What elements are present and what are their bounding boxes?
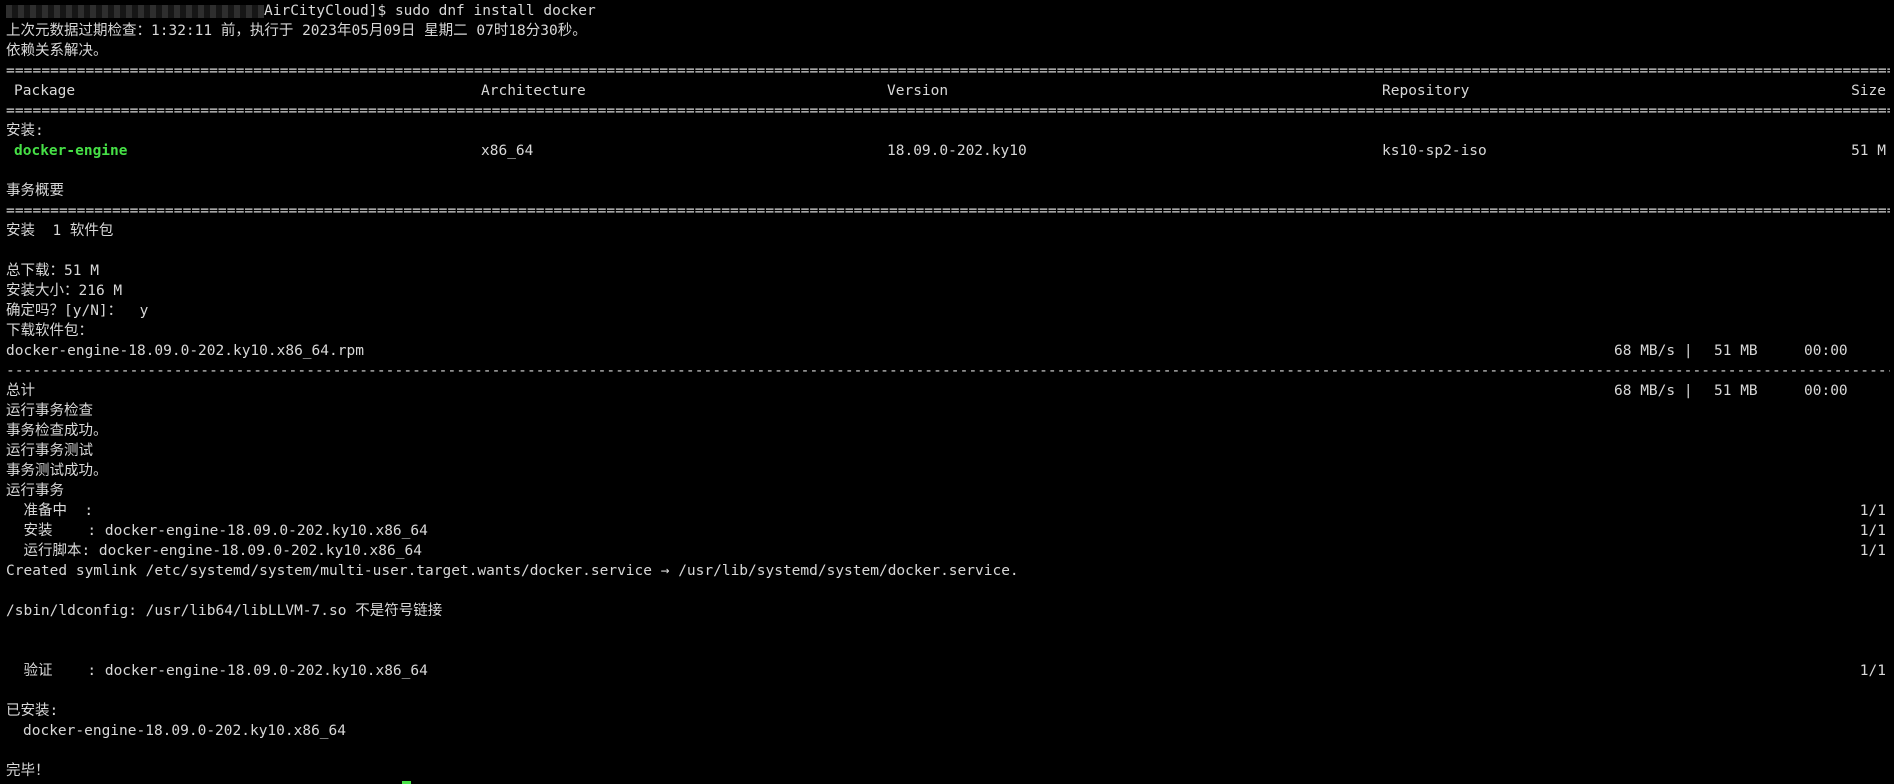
row-package: docker-engine <box>14 143 128 159</box>
download-time: 00:00 <box>1804 343 1848 359</box>
redacted-user-host <box>6 4 264 18</box>
step-label: 准备中 : <box>6 503 94 519</box>
row-architecture: x86_64 <box>481 143 534 159</box>
step-label: 验证 : <box>6 663 97 679</box>
prompt-host-suffix: AirCityCloud]$ <box>264 3 387 19</box>
test-ok-line: 事务测试成功。 <box>6 463 108 479</box>
row-version: 18.09.0-202.ky10 <box>887 143 1027 159</box>
symlink-line: Created symlink /etc/systemd/system/mult… <box>6 563 1019 579</box>
step-verify: 验证 : docker-engine-18.09.0-202.ky10.x86_… <box>6 661 1894 681</box>
downloading-line: 下载软件包： <box>6 323 93 339</box>
total-label: 总计 <box>6 383 35 399</box>
separator-dashed: ----------------------------------------… <box>6 363 1890 379</box>
step-progress: 1/1 <box>1859 663 1886 679</box>
terminal-window[interactable]: AirCityCloud]$ sudo dnf install docker 上… <box>0 0 1894 784</box>
step-label: 安装 : <box>6 523 97 539</box>
download-speed: 68 MB/s | <box>1614 343 1693 359</box>
step-progress: 1/1 <box>1859 523 1886 539</box>
deps-resolved-line: 依赖关系解决。 <box>6 43 108 59</box>
header-version: Version <box>887 83 949 99</box>
total-speed: 68 MB/s | <box>1614 383 1693 399</box>
separator-double: ========================================… <box>6 203 1890 219</box>
step-prepare: 准备中 : <box>6 501 1894 521</box>
ldconfig-line: /sbin/ldconfig: /usr/lib64/libLLVM-7.so … <box>6 603 443 619</box>
confirm-line: 确定吗？[y/N]： y <box>6 303 149 319</box>
prompt-command: sudo dnf install docker <box>394 3 596 19</box>
step-progress: 1/1 <box>1859 503 1886 519</box>
step-label: 运行脚本: <box>6 543 91 559</box>
total-download-line: 总下载：51 M <box>6 263 99 279</box>
row-repository: ks10-sp2-iso <box>1382 143 1487 159</box>
done-line: 完毕！ <box>6 763 50 779</box>
install-count-line: 安装 1 软件包 <box>6 223 114 239</box>
check-ok-line: 事务检查成功。 <box>6 423 108 439</box>
download-size: 51 MB <box>1714 343 1758 359</box>
step-value: docker-engine-18.09.0-202.ky10.x86_64 <box>90 543 422 559</box>
summary-header-line: 事务概要 <box>6 183 64 199</box>
header-architecture: Architecture <box>481 83 586 99</box>
step-value: docker-engine-18.09.0-202.ky10.x86_64 <box>96 523 428 539</box>
row-size: 51 M <box>1851 143 1886 159</box>
metadata-check-line: 上次元数据过期检查：1:32:11 前，执行于 2023年05月09日 星期二 … <box>6 23 587 39</box>
header-size: Size <box>1851 83 1886 99</box>
header-repository: Repository <box>1382 83 1470 99</box>
installed-header-line: 已安装: <box>6 703 59 719</box>
total-size: 51 MB <box>1714 383 1758 399</box>
run-check-line: 运行事务检查 <box>6 403 93 419</box>
install-header-line: 安装: <box>6 123 44 139</box>
header-package: Package <box>14 83 76 99</box>
step-value: docker-engine-18.09.0-202.ky10.x86_64 <box>96 663 428 679</box>
run-test-line: 运行事务测试 <box>6 443 93 459</box>
step-install: 安装 : docker-engine-18.09.0-202.ky10.x86_… <box>6 521 1894 541</box>
total-time: 00:00 <box>1804 383 1848 399</box>
install-size-line: 安装大小：216 M <box>6 283 123 299</box>
download-file: docker-engine-18.09.0-202.ky10.x86_64.rp… <box>6 343 364 359</box>
separator-double: ========================================… <box>6 103 1890 119</box>
separator-double: ========================================… <box>6 63 1890 79</box>
installed-package-line: docker-engine-18.09.0-202.ky10.x86_64 <box>23 723 347 739</box>
prompt-line: AirCityCloud]$ sudo dnf install docker <box>6 1 1894 21</box>
step-progress: 1/1 <box>1859 543 1886 559</box>
run-transaction-line: 运行事务 <box>6 483 64 499</box>
step-script: 运行脚本: docker-engine-18.09.0-202.ky10.x86… <box>6 541 1894 561</box>
